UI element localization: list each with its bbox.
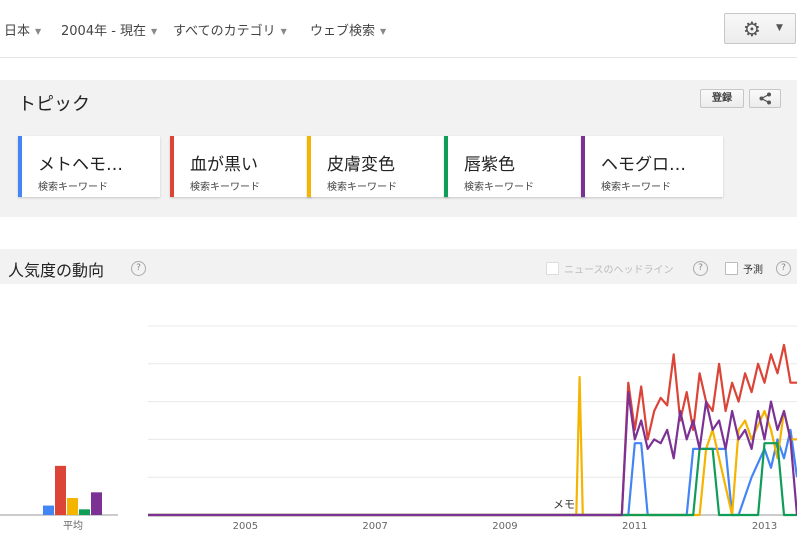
average-bar <box>55 465 66 515</box>
topic-card-label: 皮膚変色 <box>327 155 395 175</box>
share-icon <box>759 92 771 105</box>
filter-bar: 日本 ▼ 2004年 - 現在 ▼ すべてのカテゴリ ▼ ウェブ検索 ▼ ⚙ ▼ <box>0 0 797 58</box>
topic-card-label: ヘモグロ… <box>601 155 686 175</box>
topic-card-label: メトヘモ… <box>38 155 123 175</box>
news-label: ニュースのヘッドライン <box>564 265 674 276</box>
average-label: 平均 <box>63 520 83 532</box>
forecast-label: 予測 <box>743 265 763 276</box>
help-icon[interactable]: ? <box>131 261 146 276</box>
topic-card-label: 唇紫色 <box>464 155 515 175</box>
trend-header: 人気度の動向 ? ニュースのヘッドライン ? 予測 ? <box>0 249 797 284</box>
settings-caret: ▼ <box>776 23 783 33</box>
region-filter-label: 日本 <box>4 24 31 39</box>
x-tick-label: 2007 <box>362 521 387 532</box>
search-type-filter-label: ウェブ検索 <box>310 24 376 39</box>
time-filter-label: 2004年 - 現在 <box>61 24 147 39</box>
x-tick-label: 2013 <box>752 521 777 532</box>
chevron-down-icon: ▼ <box>380 27 387 36</box>
topics-panel: トピック 登録 メトヘモ… 検索キーワード 血が黒い 検索キーワード 皮膚変色 … <box>0 80 797 217</box>
forecast-checkbox[interactable] <box>725 262 738 275</box>
average-bar <box>91 492 102 515</box>
help-icon[interactable]: ? <box>776 261 791 276</box>
memo-label[interactable]: メモ <box>553 498 575 511</box>
gear-icon: ⚙ <box>743 17 761 41</box>
help-icon[interactable]: ? <box>693 261 708 276</box>
topic-card-type: 検索キーワード <box>190 182 260 193</box>
topic-card-type: 検索キーワード <box>327 182 397 193</box>
chevron-down-icon: ▼ <box>280 27 287 36</box>
category-filter-label: すべてのカテゴリ <box>173 24 276 39</box>
time-filter[interactable]: 2004年 - 現在 ▼ <box>61 20 157 39</box>
average-bar <box>79 509 90 515</box>
topics-title: トピック <box>18 94 90 115</box>
register-button[interactable]: 登録 <box>700 89 744 108</box>
topic-card-label: 血が黒い <box>190 155 258 175</box>
topic-card[interactable]: ヘモグロ… 検索キーワード <box>581 136 723 197</box>
topic-card[interactable]: メトヘモ… 検索キーワード <box>18 136 160 197</box>
settings-button[interactable]: ⚙ ▼ <box>724 13 796 44</box>
x-tick-label: 2011 <box>622 521 647 532</box>
average-bar <box>67 497 78 515</box>
topic-card-type: 検索キーワード <box>464 182 534 193</box>
topic-card[interactable]: 唇紫色 検索キーワード <box>444 136 586 197</box>
trend-title: 人気度の動向 <box>8 261 105 280</box>
news-checkbox[interactable] <box>546 262 559 275</box>
topic-card-type: 検索キーワード <box>601 182 671 193</box>
chevron-down-icon: ▼ <box>35 27 42 36</box>
share-button[interactable] <box>749 89 781 108</box>
topic-card[interactable]: 血が黒い 検索キーワード <box>170 136 312 197</box>
x-tick-label: 2009 <box>492 521 517 532</box>
category-filter[interactable]: すべてのカテゴリ ▼ <box>173 20 287 39</box>
topic-card[interactable]: 皮膚変色 検索キーワード <box>307 136 449 197</box>
series-line <box>148 343 797 517</box>
chevron-down-icon: ▼ <box>151 27 158 36</box>
average-bar <box>43 505 54 515</box>
topic-card-type: 検索キーワード <box>38 182 108 193</box>
trend-chart: 2005 2007 2009 2011 2013 平均 メモ <box>0 325 797 532</box>
region-filter[interactable]: 日本 ▼ <box>4 20 41 39</box>
x-tick-label: 2005 <box>233 521 258 532</box>
search-type-filter[interactable]: ウェブ検索 ▼ <box>310 20 386 39</box>
